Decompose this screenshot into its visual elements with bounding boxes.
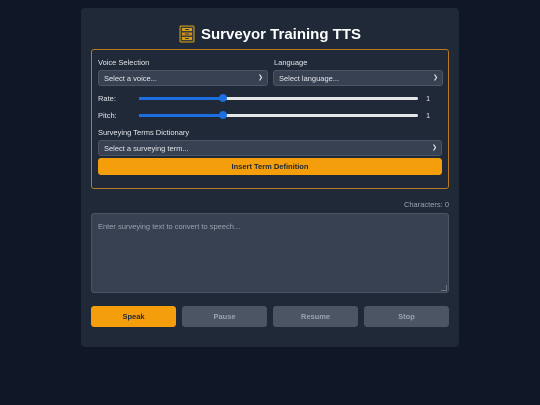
pause-button[interactable]: Pause bbox=[182, 306, 267, 327]
voice-select-value: Select a voice... bbox=[104, 73, 157, 83]
text-input[interactable]: Enter surveying text to convert to speec… bbox=[91, 213, 449, 293]
rate-slider[interactable] bbox=[139, 94, 418, 102]
rate-value: 1 bbox=[426, 94, 431, 103]
voice-select[interactable]: Select a voice... ❯ bbox=[98, 70, 268, 86]
rate-slider-fill bbox=[139, 97, 223, 100]
language-select[interactable]: Select language... ❯ bbox=[273, 70, 443, 86]
card-file-box-icon bbox=[179, 25, 195, 43]
tts-panel: Surveyor Training TTS Voice Selection Se… bbox=[81, 8, 459, 347]
language-select-value: Select language... bbox=[279, 73, 340, 83]
app-title: Surveyor Training TTS bbox=[200, 25, 362, 43]
chevron-down-icon: ❯ bbox=[431, 145, 437, 151]
pitch-slider[interactable] bbox=[139, 111, 418, 119]
pitch-slider-fill bbox=[139, 114, 223, 117]
terms-select-value: Select a surveying term... bbox=[104, 143, 189, 153]
speak-button[interactable]: Speak bbox=[91, 306, 176, 327]
stop-button[interactable]: Stop bbox=[364, 306, 449, 327]
character-count: Characters: 0 bbox=[403, 200, 449, 209]
voice-selection-label: Voice Selection bbox=[98, 58, 150, 67]
pitch-value: 1 bbox=[426, 111, 431, 120]
resize-handle-icon[interactable] bbox=[441, 285, 447, 291]
pitch-label: Pitch: bbox=[98, 111, 117, 120]
terms-dictionary-label: Surveying Terms Dictionary bbox=[98, 128, 190, 137]
resume-button[interactable]: Resume bbox=[273, 306, 358, 327]
chevron-down-icon: ❯ bbox=[432, 75, 438, 81]
rate-label: Rate: bbox=[98, 94, 116, 103]
chevron-down-icon: ❯ bbox=[257, 75, 263, 81]
header: Surveyor Training TTS bbox=[81, 24, 459, 44]
pitch-slider-thumb[interactable] bbox=[218, 111, 227, 119]
voice-settings-panel: Voice Selection Select a voice... ❯ Lang… bbox=[91, 49, 449, 189]
terms-select[interactable]: Select a surveying term... ❯ bbox=[98, 140, 442, 156]
insert-term-button[interactable]: Insert Term Definition bbox=[98, 158, 442, 175]
text-input-placeholder: Enter surveying text to convert to speec… bbox=[98, 222, 241, 231]
rate-slider-thumb[interactable] bbox=[218, 94, 227, 102]
language-label: Language bbox=[274, 58, 308, 67]
